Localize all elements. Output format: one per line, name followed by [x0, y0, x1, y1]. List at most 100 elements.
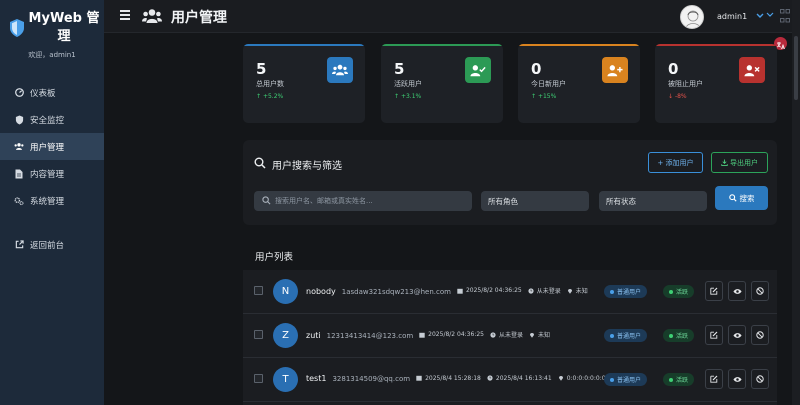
sidebar-item-label: 用户管理: [30, 142, 65, 153]
search-icon: [262, 196, 271, 205]
shield-logo-icon: [10, 19, 24, 37]
export-users-button[interactable]: 导出用户: [711, 152, 768, 173]
user-email: 3281314509@qq.com: [332, 375, 411, 383]
menu-toggle-icon[interactable]: [120, 10, 130, 20]
sidebar-item-content[interactable]: 内容管理: [0, 160, 104, 187]
role-select[interactable]: 所有角色: [481, 191, 589, 211]
user-name: zuti: [306, 330, 321, 340]
layout-grid-icon[interactable]: [780, 9, 790, 23]
edit-button[interactable]: [705, 281, 723, 301]
sidebar: MyWeb 管理 欢迎，admin1 仪表板 安全监控 用户管理 内容管理 系统…: [0, 0, 104, 405]
search-filter-panel: 用户搜索与筛选 + 添加用户 导出用户 搜索用户名、邮箱或真实姓名... 所有角…: [243, 140, 777, 225]
user-avatar: Z: [273, 323, 298, 348]
search-icon: [254, 157, 266, 169]
back-to-frontend-link[interactable]: 返回前台: [0, 231, 104, 258]
edit-button[interactable]: [705, 325, 723, 345]
sidebar-nav: 仪表板 安全监控 用户管理 内容管理 系统管理: [0, 79, 104, 214]
view-button[interactable]: [728, 325, 746, 345]
stat-value: 0: [668, 60, 679, 78]
user-list: N nobody 1asdaw321sdqw213@hen.com 2025/8…: [243, 270, 777, 405]
eye-icon: [732, 332, 742, 338]
clock-icon: [528, 287, 534, 294]
stat-accent-bar: [243, 44, 365, 46]
stat-value: 5: [394, 60, 405, 78]
edit-icon: [710, 375, 718, 383]
add-user-button[interactable]: + 添加用户: [648, 152, 703, 173]
edit-button[interactable]: [705, 369, 723, 389]
status-select[interactable]: 所有状态: [599, 191, 707, 211]
search-icon: [728, 194, 737, 202]
arrow-up-icon: ↑: [531, 93, 538, 100]
scrollbar-thumb[interactable]: [794, 36, 798, 100]
user-info: zuti 12313413414@123.com 2025/8/2 04:36:…: [306, 330, 556, 340]
user-plus-icon: [602, 57, 628, 83]
stat-label: 被阻止用户: [668, 80, 703, 88]
user-info: nobody 1asdaw321sdqw213@hen.com 2025/8/2…: [306, 286, 594, 296]
sidebar-back: 返回前台: [0, 231, 104, 258]
block-button[interactable]: [751, 369, 769, 389]
table-row: Z zuti 12313413414@123.com 2025/8/2 04:3…: [243, 314, 777, 358]
dashboard-icon: [14, 88, 24, 98]
calendar-icon: [457, 288, 463, 294]
last-login: 从未登录: [490, 330, 523, 339]
row-checkbox[interactable]: [254, 330, 263, 339]
welcome-text: 欢迎，admin1: [28, 51, 76, 59]
row-checkbox[interactable]: [254, 286, 263, 295]
sidebar-item-security[interactable]: 安全监控: [0, 106, 104, 133]
users-icon: [327, 57, 353, 83]
table-row: T test1 3281314509@qq.com 2025/8/4 15:28…: [243, 358, 777, 402]
stat-trend: ↓ -8%: [668, 93, 687, 100]
view-button[interactable]: [728, 281, 746, 301]
user-menu-chevron-icon[interactable]: [755, 10, 775, 22]
stat-accent-bar: [381, 44, 503, 46]
file-icon: [14, 169, 24, 179]
user-email: 1asdaw321sdqw213@hen.com: [341, 287, 451, 296]
view-button[interactable]: [728, 369, 746, 389]
status-badge: 活跃: [663, 329, 695, 342]
stat-trend: ↑ +15%: [531, 93, 557, 100]
sidebar-item-label: 安全监控: [30, 115, 65, 126]
row-checkbox[interactable]: [254, 374, 263, 383]
ban-icon: [756, 331, 764, 339]
search-button[interactable]: 搜索: [715, 186, 768, 210]
user-list-title: 用户列表: [255, 252, 294, 263]
stat-card-blocked-users: 0 被阻止用户 ↓ -8%: [655, 44, 777, 123]
user-avatar: T: [273, 367, 298, 392]
sidebar-item-system[interactable]: 系统管理: [0, 187, 104, 214]
login-ip: 未知: [529, 330, 550, 339]
block-button[interactable]: [751, 281, 769, 301]
user-avatar: N: [273, 279, 298, 304]
plus-icon: +: [657, 158, 666, 167]
status-badge: 活跃: [663, 373, 695, 386]
role-badge: 普通用户: [604, 285, 648, 298]
status-badge: 活跃: [663, 285, 695, 298]
clock-icon: [490, 331, 496, 338]
stat-card-active-users: 5 活跃用户 ↑ +3.1%: [381, 44, 503, 123]
edit-icon: [710, 287, 718, 295]
users-icon: [142, 9, 162, 23]
eye-icon: [732, 288, 742, 294]
ban-icon: [756, 287, 764, 295]
arrow-down-icon: ↓: [668, 93, 675, 100]
avatar[interactable]: [680, 5, 704, 29]
brand-title: MyWeb 管理: [28, 11, 100, 44]
block-button[interactable]: [751, 325, 769, 345]
calendar-icon: [419, 332, 425, 338]
arrow-up-icon: ↑: [394, 93, 401, 100]
sidebar-item-dashboard[interactable]: 仪表板: [0, 79, 104, 106]
login-ip: 未知: [567, 286, 588, 295]
sidebar-item-label: 系统管理: [30, 196, 65, 207]
edit-icon: [710, 331, 718, 339]
panel-title: 用户搜索与筛选: [272, 161, 342, 172]
map-pin-icon: [530, 332, 534, 338]
top-header: 用户管理 admin1: [104, 0, 800, 33]
stat-value: 5: [256, 60, 267, 78]
avatar-sketch-icon: [685, 10, 701, 28]
sidebar-item-users[interactable]: 用户管理: [0, 133, 104, 160]
arrow-up-icon: ↑: [256, 93, 263, 100]
ban-icon: [756, 375, 764, 383]
search-input[interactable]: 搜索用户名、邮箱或真实姓名...: [254, 191, 472, 211]
stat-value: 0: [531, 60, 542, 78]
clock-icon: [487, 375, 493, 381]
last-login: 从未登录: [528, 286, 561, 295]
